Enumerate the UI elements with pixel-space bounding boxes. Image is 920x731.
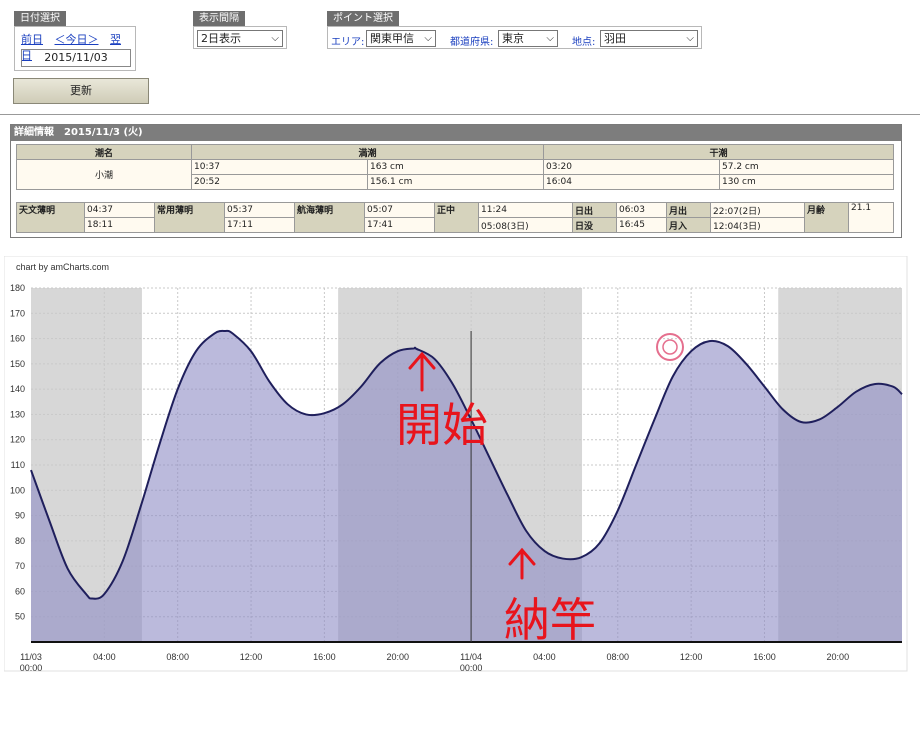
update-button[interactable]: 更新 (13, 78, 149, 104)
astro-twilight-label: 天文薄明 (16, 202, 85, 233)
tide-chart[interactable]: chart by amCharts.com 50 60 70 80 90 100 110 12… (4, 256, 908, 672)
nautical-twilight-start: 05:07 (364, 202, 435, 218)
sun-moon-table: 天文薄明 04:37 常用薄明 05:37 航海薄明 05:07 正中 11:2… (16, 202, 894, 233)
low-time: 16:04 (543, 174, 720, 190)
y-tick-label: 70 (15, 561, 25, 571)
prefecture-label: 都道府県: (450, 37, 494, 48)
spot-select-value: 羽田 (604, 32, 626, 45)
nautical-twilight-end: 17:41 (364, 217, 435, 233)
table-row: 天文薄明 04:37 常用薄明 05:37 航海薄明 05:07 正中 11:2… (16, 202, 894, 233)
culmination-time-next: 05:08(3日) (478, 217, 573, 233)
culmination-time: 11:24 (478, 202, 573, 218)
high-tide-header: 満潮 (191, 144, 544, 160)
detail-panel: 詳細情報 2015/11/3 (火) 潮名 満潮 干潮 小潮 10:37 163… (10, 124, 902, 238)
tide-name-header: 潮名 (16, 144, 192, 160)
chevron-down-icon: ⌵ (424, 33, 432, 44)
divider (0, 114, 920, 115)
x-tick-label: 20:00 (386, 652, 409, 662)
y-tick-label: 170 (10, 308, 25, 318)
y-tick-label: 140 (10, 384, 25, 394)
tide-table: 潮名 満潮 干潮 小潮 10:37 163 cm 03:20 57.2 cm 2… (16, 144, 894, 190)
prefecture-select-value: 東京 (502, 32, 524, 45)
table-row: 小潮 10:37 163 cm 03:20 57.2 cm (16, 159, 894, 190)
astro-twilight-start: 04:37 (84, 202, 155, 218)
today-link[interactable]: ＜今日＞ (55, 33, 99, 46)
culmination-label: 正中 (434, 202, 479, 233)
moon-age: 21.1 (848, 202, 894, 233)
annotation-start-text: 開始 (396, 398, 488, 452)
y-tick-label: 110 (11, 460, 25, 470)
date-select-box: 前日 ＜今日＞ 翌日 2015/11/03 (14, 26, 136, 71)
y-tick-label: 60 (15, 586, 25, 596)
moonset-label: 月入 (666, 217, 711, 233)
point-select-box: エリア: 関東甲信 ⌵ 都道府県: 東京 ⌵ 地点: 羽田 ⌵ (327, 26, 702, 49)
x-tick-label-sub: 00:00 (460, 663, 483, 672)
x-tick-label: 12:00 (680, 652, 703, 662)
x-tick-label: 04:00 (533, 652, 556, 662)
low-time: 03:20 (543, 159, 720, 175)
interval-box: 2日表示 ⌵ (193, 26, 287, 49)
prev-day-link[interactable]: 前日 (21, 33, 43, 46)
annotation-end-text: 納竿 (504, 593, 596, 647)
high-time: 10:37 (191, 159, 368, 175)
x-tick-label: 20:00 (827, 652, 850, 662)
moonset-time: 12:04(3日) (710, 217, 805, 233)
x-tick-label: 16:00 (313, 652, 336, 662)
sunrise-time: 06:03 (616, 202, 667, 218)
low-level: 57.2 cm (719, 159, 894, 175)
interval-select-value: 2日表示 (201, 32, 241, 45)
y-tick-label: 50 (15, 612, 25, 622)
civil-twilight-end: 17:11 (224, 217, 295, 233)
y-tick-label: 130 (10, 409, 25, 419)
civil-twilight-label: 常用薄明 (154, 202, 225, 233)
point-select-legend: ポイント選択 (327, 11, 399, 26)
y-tick-label: 150 (10, 359, 25, 369)
y-tick-label: 80 (15, 536, 25, 546)
y-tick-label: 90 (15, 511, 25, 521)
y-tick-label: 160 (10, 334, 25, 344)
high-level: 156.1 cm (367, 174, 544, 190)
x-tick-label: 04:00 (93, 652, 116, 662)
y-tick-label: 180 (10, 283, 25, 293)
chevron-down-icon: ⌵ (546, 33, 554, 44)
date-select-legend: 日付選択 (14, 11, 66, 26)
y-tick-label: 120 (10, 435, 25, 445)
area-label: エリア: (331, 37, 365, 48)
x-tick-label: 08:00 (607, 652, 630, 662)
sunset-time: 16:45 (616, 217, 667, 233)
x-tick-label: 11/04 (460, 652, 482, 662)
nautical-twilight-label: 航海薄明 (294, 202, 365, 233)
spot-select[interactable]: 羽田 ⌵ (600, 30, 698, 47)
x-tick-label: 11/03 (20, 652, 42, 662)
table-row: 潮名 満潮 干潮 (16, 144, 894, 160)
low-tide-header: 干潮 (543, 144, 894, 160)
civil-twilight-start: 05:37 (224, 202, 295, 218)
sunset-label: 日没 (572, 217, 617, 233)
prefecture-select[interactable]: 東京 ⌵ (498, 30, 558, 47)
detail-title: 詳細情報 2015/11/3 (火) (11, 125, 901, 141)
y-tick-label: 100 (10, 485, 25, 495)
low-level: 130 cm (719, 174, 894, 190)
high-level: 163 cm (367, 159, 544, 175)
high-time: 20:52 (191, 174, 368, 190)
x-tick-label: 12:00 (240, 652, 263, 662)
spot-label: 地点: (572, 37, 596, 48)
x-tick-label: 16:00 (753, 652, 776, 662)
area-select-value: 関東甲信 (370, 32, 414, 45)
moonrise-time: 22:07(2日) (710, 202, 805, 218)
x-tick-label-sub: 00:00 (20, 663, 43, 672)
sunrise-label: 日出 (572, 202, 617, 218)
interval-legend: 表示間隔 (193, 11, 245, 26)
moon-age-label: 月齢 (804, 202, 849, 233)
astro-twilight-end: 18:11 (84, 217, 155, 233)
moonrise-label: 月出 (666, 202, 711, 218)
chevron-down-icon: ⌵ (271, 33, 279, 44)
chart-credit: chart by amCharts.com (16, 262, 109, 272)
date-input[interactable]: 2015/11/03 (21, 49, 131, 67)
area-select[interactable]: 関東甲信 ⌵ (366, 30, 436, 47)
chevron-down-icon: ⌵ (686, 33, 694, 44)
interval-select[interactable]: 2日表示 ⌵ (197, 30, 283, 47)
x-tick-label: 08:00 (166, 652, 189, 662)
tide-name: 小潮 (16, 159, 192, 190)
